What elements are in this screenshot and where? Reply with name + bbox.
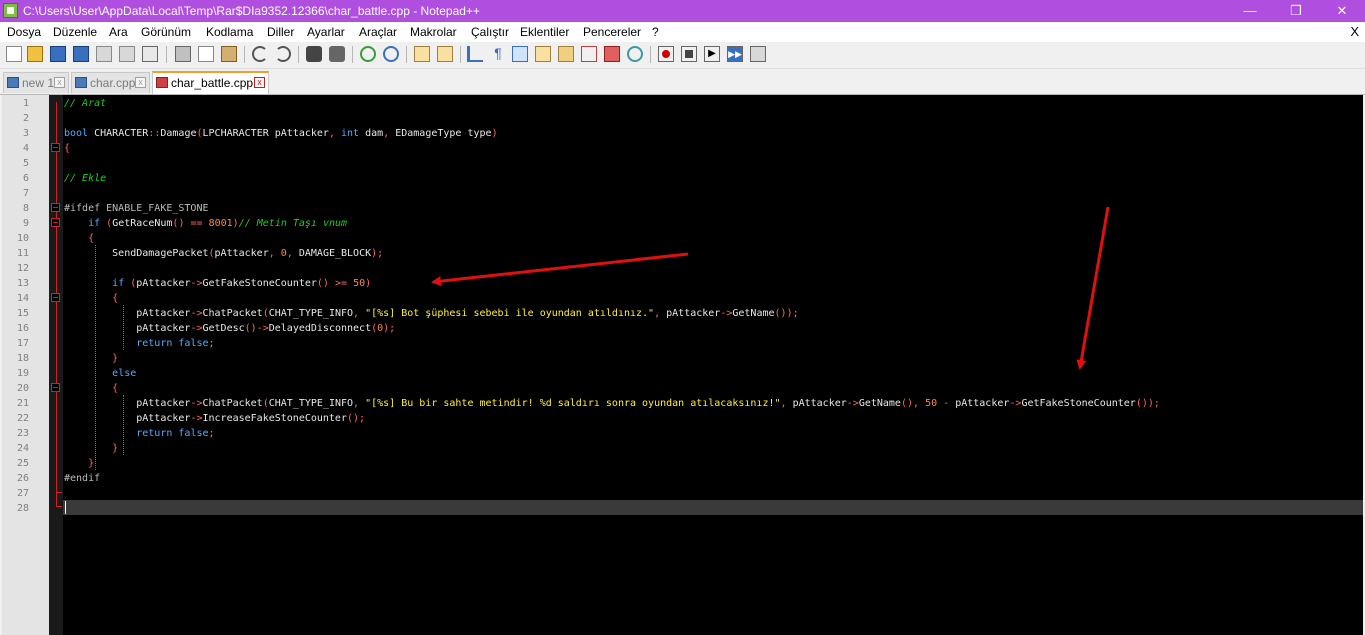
annotation-arrow-down (1076, 206, 1110, 370)
annotation-arrow-left (431, 252, 689, 287)
annotation-arrows (431, 206, 1110, 370)
